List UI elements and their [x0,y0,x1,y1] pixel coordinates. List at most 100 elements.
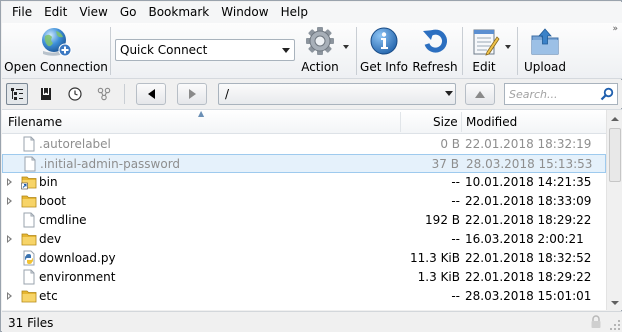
toolbar-overflow-button[interactable]: » [612,24,617,34]
file-row[interactable]: etc -- 28.03.2018 15:01:01 [2,287,606,306]
column-divider[interactable] [461,112,462,132]
status-bar: 31 Files [2,311,622,332]
file-name: cmdline [39,213,87,227]
scroll-down-button[interactable] [607,294,622,310]
file-name: dev [39,232,62,246]
scroll-up-button[interactable] [607,110,622,127]
file-size: 37 B [431,157,459,171]
back-button[interactable] [136,83,166,105]
file-row[interactable]: cmdline 192 B 22.01.2018 18:29:22 [2,211,606,230]
file-size: 192 B [425,213,460,227]
chevron-down-icon [505,45,511,49]
file-row[interactable]: .autorelabel 0 B 22.01.2018 18:32:19 [2,135,606,154]
arrow-down-icon [611,300,619,305]
file-icon [21,269,37,285]
file-modified: 22.01.2018 18:29:22 [465,213,592,227]
globe-plus-icon [39,25,73,59]
open-connection-label: Open Connection [4,60,108,74]
scrollbar-thumb[interactable] [609,128,621,182]
bonjour-view-toggle[interactable] [93,83,115,105]
file-size: -- [451,289,460,303]
file-row[interactable]: dev -- 16.03.2018 2:00:21 [2,230,606,249]
menu-window[interactable]: Window [215,2,274,23]
menu-edit[interactable]: Edit [38,2,73,23]
file-size: -- [451,194,460,208]
file-row[interactable]: download.py 11.3 KiB 22.01.2018 18:32:52 [2,249,606,268]
file-modified: 22.01.2018 18:29:22 [465,270,592,284]
column-divider[interactable] [400,112,401,132]
file-name: .initial-admin-password [40,157,181,171]
upload-label: Upload [523,60,567,74]
menu-bookmark[interactable]: Bookmark [142,2,215,23]
folder-icon [21,288,37,304]
action-button[interactable]: Action [298,25,342,77]
column-header-modified[interactable]: Modified [466,110,517,134]
vertical-scrollbar[interactable] [606,110,622,310]
menu-help[interactable]: Help [275,2,314,23]
upload-button[interactable]: Upload [522,25,568,77]
file-name: bin [39,175,58,189]
open-connection-button[interactable]: Open Connection [4,25,108,77]
file-row[interactable]: environment 1.3 KiB 22.01.2018 18:29:22 [2,268,606,287]
resize-grip-icon[interactable] [610,320,620,330]
edit-button[interactable]: Edit [464,25,504,77]
file-name: boot [39,194,67,208]
menu-go[interactable]: Go [114,2,143,23]
nav-separator [124,84,125,104]
expand-arrow-icon[interactable] [7,197,12,205]
file-row[interactable]: boot -- 22.01.2018 18:33:09 [2,192,606,211]
status-file-count: 31 Files [8,316,54,330]
chevron-down-icon [277,40,294,60]
bookmarks-view-toggle[interactable] [35,83,57,105]
chevron-down-icon [343,45,349,49]
history-view-toggle[interactable] [64,83,86,105]
folder-icon [21,231,37,247]
search-icon[interactable] [600,87,614,101]
search-input[interactable] [505,84,599,104]
file-size: 0 B [440,137,460,151]
lock-icon [591,315,601,328]
book-icon [41,88,51,100]
file-row[interactable]: bin -- 10.01.2018 14:21:35 [2,173,606,192]
refresh-button[interactable]: Refresh [412,25,458,77]
browser-view-toggle[interactable] [6,83,28,105]
parent-directory-button[interactable] [465,83,495,105]
column-header-filename[interactable]: Filename [8,110,62,134]
app-window: File Edit View Go Bookmark Window Help O… [0,0,622,332]
expand-arrow-icon[interactable] [7,178,12,186]
arrow-up-icon [611,116,619,121]
file-name: .autorelabel [39,137,111,151]
chevron-down-icon [445,91,453,96]
expand-arrow-icon[interactable] [7,292,12,300]
get-info-button[interactable]: Get Info [360,25,408,77]
menu-view[interactable]: View [73,2,113,23]
file-browser: Filename ▲ Size Modified .autorelabel 0 B… [2,109,622,310]
arrow-left-icon [147,89,155,99]
expand-arrow-icon[interactable] [7,235,12,243]
toolbar-separator [517,27,518,75]
arrow-up-icon [475,90,485,98]
toolbar-separator [110,27,111,75]
file-icon [21,136,37,152]
toolbar-separator [356,27,357,75]
column-header-size[interactable]: Size [433,110,458,134]
file-modified: 16.03.2018 2:00:21 [465,232,584,246]
refresh-label: Refresh [412,60,458,74]
menu-file[interactable]: File [6,2,38,23]
file-modified: 10.01.2018 14:21:35 [465,175,592,189]
tree-list-icon [11,88,23,100]
menu-bar: File Edit View Go Bookmark Window Help [2,2,622,23]
forward-button[interactable] [177,83,207,105]
file-size: 1.3 KiB [417,270,460,284]
python-file-icon [21,250,37,266]
folder-link-icon [21,174,37,190]
toolbar: Open Connection Quick Connect Action Get… [2,23,622,79]
file-modified: 22.01.2018 18:33:09 [465,194,592,208]
file-name: etc [39,289,58,303]
search-field[interactable] [504,83,618,105]
clock-icon [68,87,82,101]
quick-connect-dropdown[interactable]: Quick Connect [115,39,295,61]
network-icon [97,87,111,101]
file-row[interactable]: .initial-admin-password 37 B 28.03.2018 15… [2,154,606,173]
path-dropdown[interactable]: / [218,83,456,105]
